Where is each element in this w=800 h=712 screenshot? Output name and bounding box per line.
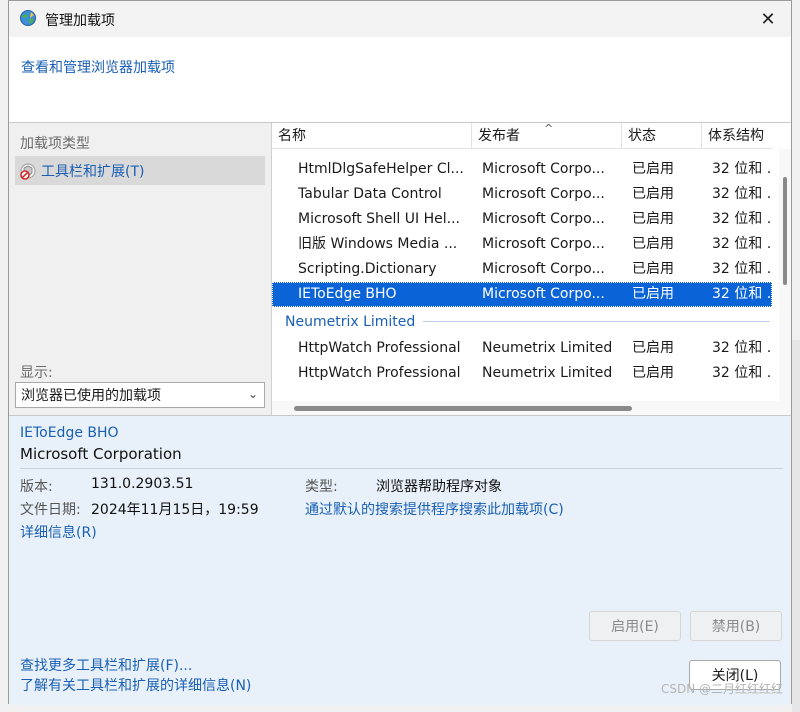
cell-status: 已启用: [632, 236, 674, 252]
cell-publisher: Neumetrix Limited: [482, 340, 613, 356]
details-divider: [20, 468, 783, 469]
header-area: 查看和管理浏览器加载项: [9, 37, 791, 123]
title-bar: 管理加载项 ✕: [9, 1, 791, 37]
column-header-status[interactable]: 状态: [622, 123, 702, 149]
table-row-selected[interactable]: IEToEdge BHO Microsoft Corpo... 已启用 32 位…: [272, 282, 772, 307]
cell-publisher: Microsoft Corpo...: [482, 161, 605, 177]
find-more-toolbars-link[interactable]: 查找更多工具栏和扩展(F)...: [20, 655, 192, 675]
cell-status: 已启用: [632, 286, 674, 302]
type-value: 浏览器帮助程序对象: [376, 479, 502, 495]
cell-architecture: 32 位和 ...: [712, 236, 772, 252]
show-filter-value: 浏览器已使用的加载项: [21, 388, 161, 404]
cell-name: IEToEdge BHO: [298, 286, 397, 302]
table-row[interactable]: HttpWatch Professional Neumetrix Limited…: [272, 336, 772, 361]
vertical-scrollbar[interactable]: [779, 149, 791, 401]
table-body: HtmlDlgSafeHelper Cl... Microsoft Corpo.…: [272, 157, 772, 386]
addons-table: 名称 发布者 ^ 状态 体系结构 HtmlDlgSafeHelper Cl...…: [272, 123, 791, 415]
cell-status: 已启用: [632, 261, 674, 277]
addon-types-pane: 加载项类型 工具栏和扩展(T) 显示: 浏览器已使用的加载项 ⌄: [9, 123, 272, 415]
cell-name: HttpWatch Professional: [298, 340, 461, 356]
version-label: 版本:: [20, 479, 53, 495]
cell-name: 旧版 Windows Media ...: [298, 236, 458, 252]
cell-architecture: 32 位和 ...: [712, 186, 772, 202]
cell-name: Tabular Data Control: [298, 186, 442, 202]
cell-name: Scripting.Dictionary: [298, 261, 437, 277]
version-value: 131.0.2903.51: [91, 476, 194, 492]
internet-explorer-globe-icon: [20, 10, 36, 26]
sort-ascending-icon: ^: [544, 123, 554, 135]
cell-name: Microsoft Shell UI Hel...: [298, 211, 460, 227]
search-addon-link[interactable]: 通过默认的搜索提供程序搜索此加载项(C): [305, 499, 564, 519]
cell-status: 已启用: [632, 340, 674, 356]
column-header-publisher-label: 发布者: [478, 128, 520, 144]
show-label: 显示:: [20, 365, 53, 381]
cell-publisher: Microsoft Corpo...: [482, 261, 605, 277]
watermark: CSDN @二月红红红红: [660, 682, 783, 696]
chevron-down-icon: ⌄: [247, 387, 258, 401]
show-filter-select[interactable]: 浏览器已使用的加载项 ⌄: [15, 382, 265, 408]
cell-publisher: Microsoft Corpo...: [482, 211, 605, 227]
selected-addon-company: Microsoft Corporation: [20, 445, 182, 463]
cell-name: HtmlDlgSafeHelper Cl...: [298, 161, 464, 177]
cell-publisher: Neumetrix Limited: [482, 365, 613, 381]
disable-button[interactable]: 禁用(B): [690, 611, 782, 641]
close-window-button[interactable]: ✕: [745, 1, 791, 37]
vertical-scrollbar-thumb[interactable]: [783, 177, 787, 285]
addon-types-label: 加载项类型: [20, 136, 90, 152]
cell-status: 已启用: [632, 186, 674, 202]
addon-type-toolbars-extensions[interactable]: 工具栏和扩展(T): [15, 156, 265, 185]
cell-status: 已启用: [632, 161, 674, 177]
more-info-link[interactable]: 详细信息(R): [20, 522, 97, 542]
cell-name: HttpWatch Professional: [298, 365, 461, 381]
horizontal-scrollbar[interactable]: [272, 401, 791, 415]
view-manage-addons-heading: 查看和管理浏览器加载项: [21, 60, 175, 76]
close-icon: ✕: [760, 8, 776, 30]
cell-architecture: 32 位和 ...: [712, 211, 772, 227]
column-header-publisher[interactable]: 发布者 ^: [472, 123, 622, 149]
manage-addons-dialog: 管理加载项 ✕ 查看和管理浏览器加载项 加载项类型 工具栏和扩展(T) 显示: …: [8, 0, 792, 705]
table-row[interactable]: 旧版 Windows Media ... Microsoft Corpo... …: [272, 232, 772, 257]
cell-publisher: Microsoft Corpo...: [482, 186, 605, 202]
cell-publisher: Microsoft Corpo...: [482, 236, 605, 252]
cell-architecture: 32 位和 ...: [712, 365, 772, 381]
column-header-name[interactable]: 名称: [272, 123, 472, 149]
publisher-group-label: Neumetrix Limited: [285, 313, 416, 330]
selected-addon-name: IEToEdge BHO: [20, 425, 119, 441]
background-window-strip: [792, 340, 800, 712]
file-date-value: 2024年11月15日，19:59: [91, 502, 259, 518]
cell-architecture: 32 位和 ...: [712, 161, 772, 177]
details-pane: IEToEdge BHO Microsoft Corporation 版本: 1…: [9, 415, 791, 705]
cell-publisher: Microsoft Corpo...: [482, 286, 605, 302]
cell-status: 已启用: [632, 211, 674, 227]
cell-architecture: 32 位和 ...: [712, 340, 772, 356]
cell-status: 已启用: [632, 365, 674, 381]
addon-type-label: 工具栏和扩展(T): [41, 163, 145, 180]
table-row[interactable]: HttpWatch Professional Neumetrix Limited…: [272, 361, 772, 386]
table-row[interactable]: HtmlDlgSafeHelper Cl... Microsoft Corpo.…: [272, 157, 772, 182]
group-divider: [423, 321, 770, 322]
horizontal-scrollbar-thumb[interactable]: [294, 406, 632, 411]
cell-architecture: 32 位和 ...: [712, 261, 772, 277]
cell-architecture: 32 位和 ...: [712, 286, 772, 302]
type-label: 类型:: [305, 479, 338, 495]
learn-more-toolbars-link[interactable]: 了解有关工具栏和扩展的详细信息(N): [20, 675, 251, 695]
toolbar-extension-icon: [20, 163, 36, 180]
window-title: 管理加载项: [45, 13, 115, 29]
file-date-label: 文件日期:: [20, 502, 81, 518]
enable-button[interactable]: 启用(E): [589, 611, 681, 641]
table-row[interactable]: Microsoft Shell UI Hel... Microsoft Corp…: [272, 207, 772, 232]
table-row[interactable]: Tabular Data Control Microsoft Corpo... …: [272, 182, 772, 207]
table-header: 名称 发布者 ^ 状态 体系结构: [272, 123, 772, 149]
column-header-architecture[interactable]: 体系结构: [702, 123, 772, 149]
publisher-group-header: Neumetrix Limited: [272, 307, 772, 336]
table-row[interactable]: Scripting.Dictionary Microsoft Corpo... …: [272, 257, 772, 282]
